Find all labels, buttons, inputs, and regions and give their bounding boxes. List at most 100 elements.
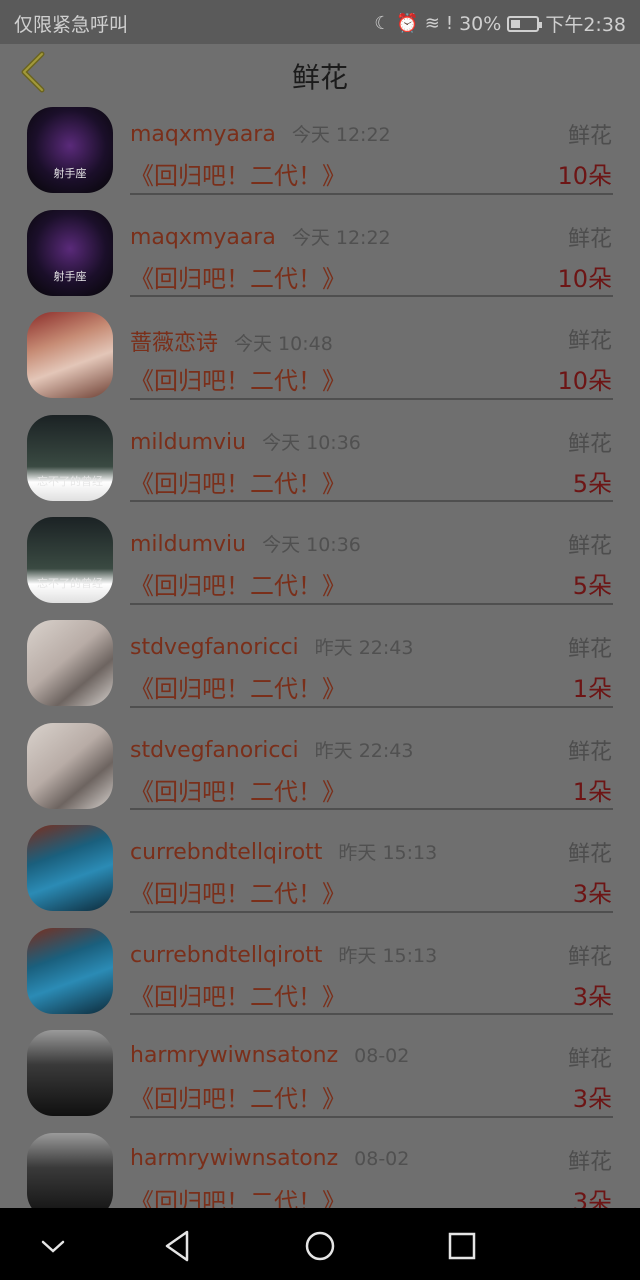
avatar[interactable] <box>27 1132 113 1219</box>
gift-type: 鲜花 <box>567 1047 612 1073</box>
home-nav-button[interactable] <box>298 1224 342 1268</box>
list-item[interactable]: 忘不了的曾经 mildumviu 今天 10:36 鲜花 《回归吧！二代！》 5朵 <box>0 408 640 511</box>
alarm-icon: ⏰ <box>396 13 419 34</box>
sender-name-row: mildumviu 今天 10:36 <box>130 530 361 557</box>
sender-name[interactable]: currebndtellqirott <box>130 840 322 865</box>
status-bar: 仅限紧急呼叫 ☾ ⏰ ≋ ! 30% 下午2:38 <box>0 0 640 44</box>
sender-name-row: currebndtellqirott 昨天 15:13 <box>130 838 437 865</box>
list-item[interactable]: 忘不了的曾经 mildumviu 今天 10:36 鲜花 《回归吧！二代！》 5朵 <box>0 510 640 613</box>
avatar[interactable] <box>27 619 113 706</box>
show-title[interactable]: 《回归吧！二代！》 <box>130 156 346 191</box>
gift-type: 鲜花 <box>567 944 612 970</box>
battery-alert-icon: ! <box>445 13 454 34</box>
gift-type: 鲜花 <box>567 1149 612 1175</box>
sender-name[interactable]: 蔷薇恋诗 <box>130 331 218 356</box>
back-triangle-icon <box>165 1230 189 1262</box>
gift-count: 1朵 <box>572 777 612 806</box>
sent-time: 今天 10:36 <box>262 431 361 454</box>
sender-name[interactable]: maqxmyaara <box>130 225 276 250</box>
avatar[interactable] <box>27 312 113 399</box>
list-item[interactable]: 射手座 maqxmyaara 今天 12:22 鲜花 《回归吧！二代！》 10朵 <box>0 203 640 306</box>
avatar[interactable] <box>27 722 113 809</box>
list-item[interactable]: 蔷薇恋诗 今天 10:48 鲜花 《回归吧！二代！》 10朵 <box>0 305 640 408</box>
sent-time: 昨天 15:13 <box>338 842 438 865</box>
sender-name-row: mildumviu 今天 10:36 <box>130 428 361 455</box>
sender-name[interactable]: stdvegfanoricci <box>130 635 299 660</box>
collapse-nav-button[interactable] <box>31 1224 75 1268</box>
gift-count: 3朵 <box>572 1085 612 1114</box>
avatar[interactable] <box>27 927 113 1014</box>
show-title[interactable]: 《回归吧！二代！》 <box>130 361 346 396</box>
gift-count: 3朵 <box>572 982 612 1011</box>
divider <box>130 910 613 913</box>
avatar[interactable]: 射手座 <box>27 107 113 193</box>
avatar[interactable] <box>27 1030 113 1117</box>
show-title[interactable]: 《回归吧！二代！》 <box>130 464 346 499</box>
avatar[interactable]: 射手座 <box>27 209 113 296</box>
show-title[interactable]: 《回归吧！二代！》 <box>130 566 346 601</box>
gift-type: 鲜花 <box>567 739 612 765</box>
sent-time: 昨天 22:43 <box>314 739 414 762</box>
avatar-caption: 忘不了的曾经 <box>37 577 103 591</box>
gift-type: 鲜花 <box>567 431 612 457</box>
gift-count: 10朵 <box>557 367 612 396</box>
chevron-down-icon <box>41 1240 65 1253</box>
divider <box>130 397 613 400</box>
sender-name[interactable]: mildumviu <box>130 532 246 557</box>
battery-icon <box>507 15 543 32</box>
show-title[interactable]: 《回归吧！二代！》 <box>130 259 346 294</box>
sender-name-row: maqxmyaara 今天 12:22 <box>130 120 391 147</box>
divider <box>130 808 613 811</box>
sent-time: 昨天 22:43 <box>314 636 414 659</box>
recents-square-icon <box>448 1232 476 1260</box>
show-title[interactable]: 《回归吧！二代！》 <box>130 772 346 807</box>
navigation-bar <box>0 1208 640 1280</box>
sent-time: 今天 10:36 <box>262 534 361 557</box>
gift-type: 鲜花 <box>567 226 612 252</box>
avatar-caption: 忘不了的曾经 <box>37 474 103 488</box>
gift-type: 鲜花 <box>567 329 612 355</box>
gift-list: 射手座 maqxmyaara 今天 12:22 鲜花 《回归吧！二代！》 10朵 … <box>0 100 640 1229</box>
avatar[interactable]: 忘不了的曾经 <box>27 517 113 604</box>
avatar[interactable] <box>27 825 113 912</box>
gift-count: 5朵 <box>572 572 612 601</box>
sender-name-row: currebndtellqirott 昨天 15:13 <box>130 941 437 968</box>
list-item[interactable]: 射手座 maqxmyaara 今天 12:22 鲜花 《回归吧！二代！》 10朵 <box>0 100 640 203</box>
list-item[interactable]: stdvegfanoricci 昨天 22:43 鲜花 《回归吧！二代！》 1朵 <box>0 613 640 716</box>
list-item[interactable]: harmrywiwnsatonz 08-02 鲜花 《回归吧！二代！》 3朵 <box>0 1023 640 1126</box>
carrier-text: 仅限紧急呼叫 <box>14 14 129 36</box>
divider <box>130 602 613 605</box>
show-title[interactable]: 《回归吧！二代！》 <box>130 1079 346 1114</box>
sent-time: 昨天 15:13 <box>338 944 438 967</box>
sender-name[interactable]: mildumviu <box>130 430 246 455</box>
sender-name[interactable]: maqxmyaara <box>130 122 276 147</box>
show-title[interactable]: 《回归吧！二代！》 <box>130 874 346 909</box>
page-title: 鲜花 <box>291 61 348 94</box>
gift-count: 5朵 <box>572 469 612 498</box>
avatar[interactable]: 忘不了的曾经 <box>27 414 113 501</box>
sender-name-row: maqxmyaara 今天 12:22 <box>130 223 391 250</box>
list-item[interactable]: currebndtellqirott 昨天 15:13 鲜花 《回归吧！二代！》 … <box>0 818 640 921</box>
gift-count: 10朵 <box>557 162 612 190</box>
clock-time: 下午2:38 <box>545 14 626 36</box>
moon-icon: ☾ <box>374 13 391 34</box>
show-title[interactable]: 《回归吧！二代！》 <box>130 669 346 704</box>
avatar-caption: 射手座 <box>53 269 87 283</box>
sender-name[interactable]: harmrywiwnsatonz <box>130 1146 338 1171</box>
sender-name[interactable]: stdvegfanoricci <box>130 738 299 763</box>
recents-nav-button[interactable] <box>440 1224 484 1268</box>
status-icons: ☾ ⏰ ≋ ! 30% 下午2:38 <box>374 10 626 37</box>
sent-time: 08-02 <box>354 1147 410 1170</box>
list-item[interactable]: stdvegfanoricci 昨天 22:43 鲜花 《回归吧！二代！》 1朵 <box>0 716 640 819</box>
sender-name[interactable]: harmrywiwnsatonz <box>130 1043 338 1068</box>
sent-time: 今天 12:22 <box>291 226 391 249</box>
sender-name[interactable]: currebndtellqirott <box>130 943 322 968</box>
back-nav-button[interactable] <box>156 1224 200 1268</box>
list-item[interactable]: currebndtellqirott 昨天 15:13 鲜花 《回归吧！二代！》 … <box>0 921 640 1024</box>
show-title[interactable]: 《回归吧！二代！》 <box>130 977 346 1012</box>
gift-count: 1朵 <box>572 674 612 703</box>
gift-count: 3朵 <box>572 880 612 909</box>
sender-name-row: harmrywiwnsatonz 08-02 <box>130 1043 409 1068</box>
divider <box>130 1115 613 1118</box>
divider <box>130 295 613 298</box>
